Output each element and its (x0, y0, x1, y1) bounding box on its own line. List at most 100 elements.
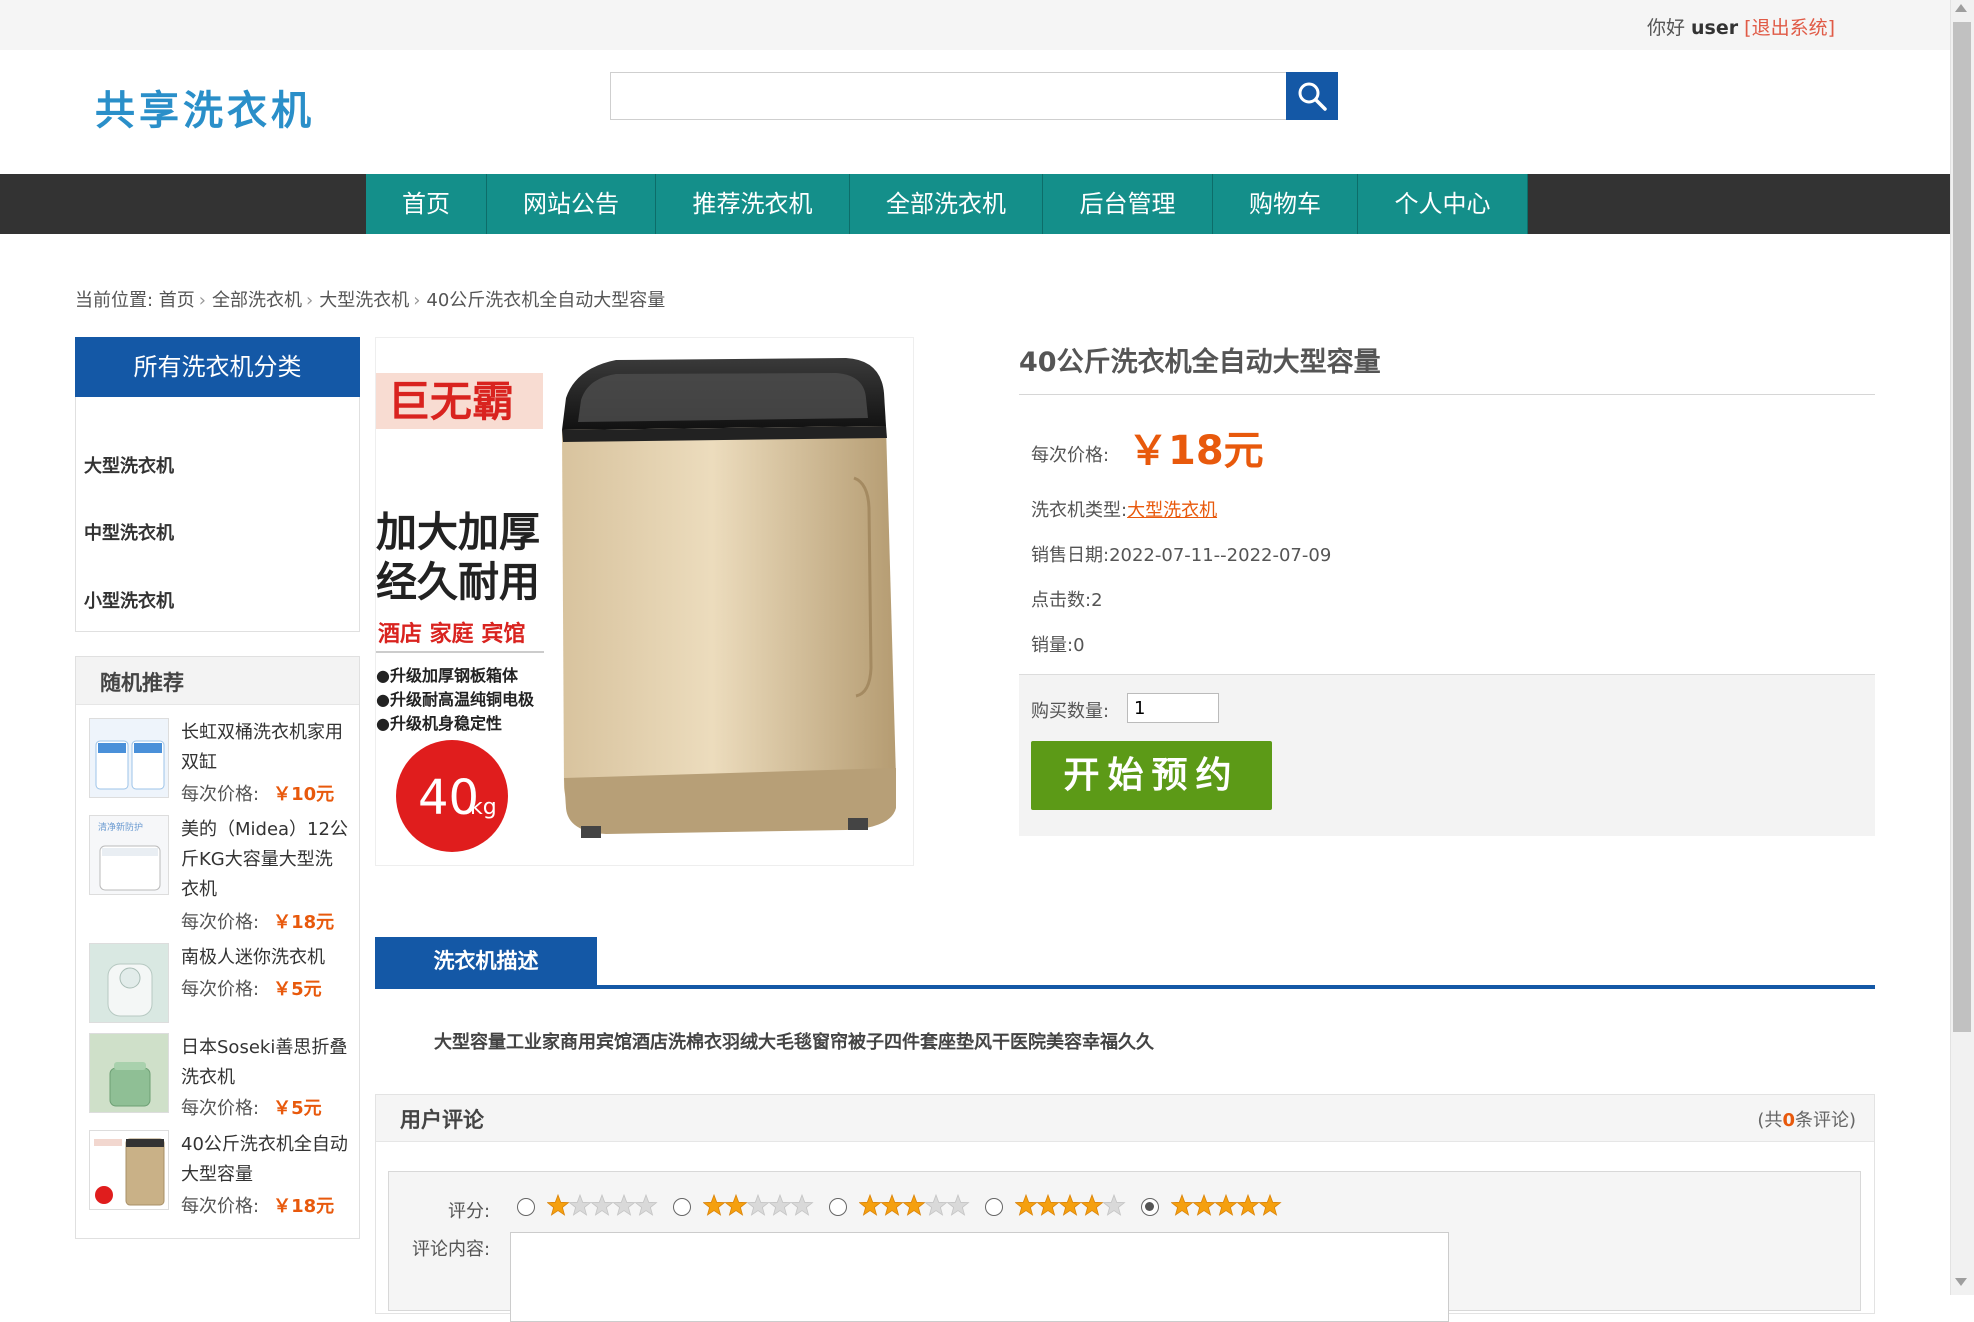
comment-count: (共0条评论) (1757, 1106, 1856, 1132)
rating-label: 评分: (448, 1201, 491, 1222)
breadcrumb-prefix: 当前位置: (75, 290, 159, 311)
date-label: 销售日期: (1031, 545, 1110, 566)
breadcrumb-category[interactable]: 大型洗衣机 (319, 290, 409, 311)
recommend-thumbnail[interactable] (89, 1033, 169, 1113)
tab-description[interactable]: 洗衣机描述 (375, 937, 597, 985)
clicks-value: 2 (1091, 590, 1103, 611)
price-label: 每次价格: (181, 912, 260, 933)
nav-recommended[interactable]: 推荐洗衣机 (656, 174, 850, 234)
category-panel-title: 所有洗衣机分类 (75, 337, 360, 397)
comment-textarea[interactable] (510, 1232, 1449, 1322)
price-label: 每次价格: (181, 784, 260, 805)
recommend-thumbnail[interactable] (89, 943, 169, 1023)
sales-label: 销量: (1031, 635, 1074, 656)
tab-underline (375, 985, 1875, 989)
search-icon (1298, 82, 1327, 111)
rating-1-stars-icon (547, 1194, 658, 1216)
star-filled-icon (1258, 1194, 1282, 1216)
comments-header (376, 1095, 1874, 1142)
price-label: 每次价格: (181, 1196, 260, 1217)
rating-radio-5[interactable] (1141, 1198, 1159, 1216)
quantity-input[interactable] (1127, 693, 1219, 723)
recommend-thumbnail[interactable] (89, 1130, 169, 1210)
nav-admin[interactable]: 后台管理 (1043, 174, 1213, 234)
product-title: 40公斤洗衣机全自动大型容量 (1019, 347, 1381, 378)
star-empty-icon (924, 1194, 948, 1216)
sales-row: 销量:0 (1031, 631, 1085, 657)
product-image: 巨无霸 加大加厚 经久耐用 酒店 家庭 宾馆 ●升级加厚钢板箱体 ●升级耐高温纯… (375, 337, 914, 866)
start-booking-button[interactable]: 开始预约 (1031, 741, 1272, 810)
comment-content-label: 评论内容: (412, 1239, 491, 1260)
price-label: 每次价格: (181, 979, 260, 1000)
scrollbar-thumb[interactable] (1953, 22, 1971, 1032)
recommend-item-price: 每次价格: ￥18元 (181, 908, 334, 934)
rating-radio-2[interactable] (673, 1198, 691, 1216)
star-filled-icon (1214, 1194, 1238, 1216)
rating-radio-3[interactable] (829, 1198, 847, 1216)
star-filled-icon (1236, 1194, 1260, 1216)
sales-value: 0 (1073, 635, 1085, 656)
site-logo[interactable]: 共享洗衣机 (95, 78, 315, 136)
star-filled-icon (859, 1194, 882, 1216)
recommend-item-name[interactable]: 40公斤洗衣机全自动大型容量 (181, 1130, 349, 1190)
star-empty-icon (590, 1194, 614, 1216)
star-empty-icon (946, 1194, 970, 1216)
search-button[interactable] (1286, 72, 1338, 120)
breadcrumb-all[interactable]: 全部洗衣机 (212, 290, 302, 311)
nav-announcements[interactable]: 网站公告 (487, 174, 656, 234)
logout-link[interactable]: [退出系统] (1744, 17, 1835, 39)
type-link[interactable]: 大型洗衣机 (1127, 500, 1217, 521)
rating-radio-1[interactable] (517, 1198, 535, 1216)
star-empty-icon (612, 1194, 636, 1216)
star-filled-icon (1015, 1194, 1038, 1216)
breadcrumb: 当前位置: 首页 › 全部洗衣机 › 大型洗衣机 › 40公斤洗衣机全自动大型容量 (75, 286, 665, 312)
search-input[interactable] (610, 72, 1287, 120)
breadcrumb-current: 40公斤洗衣机全自动大型容量 (426, 290, 666, 311)
rating-3-stars-icon (859, 1194, 970, 1216)
recommend-item-name[interactable]: 南极人迷你洗衣机 (181, 943, 349, 973)
recommend-item-price: 每次价格: ￥5元 (181, 975, 322, 1001)
comment-count-suffix: 条评论) (1794, 1110, 1856, 1131)
chevron-right-icon: › (198, 290, 206, 311)
recommend-item-name[interactable]: 长虹双桶洗衣机家用双缸 (181, 718, 349, 778)
star-empty-icon (790, 1194, 814, 1216)
image-tags: 酒店 家庭 宾馆 (378, 621, 525, 647)
star-filled-icon (1058, 1194, 1082, 1216)
category-medium[interactable]: 中型洗衣机 (84, 519, 174, 545)
rating-radio-4[interactable] (985, 1198, 1003, 1216)
price-value: ￥18元 (273, 912, 335, 933)
star-filled-icon (1171, 1194, 1194, 1216)
title-divider (1019, 394, 1875, 395)
category-large[interactable]: 大型洗衣机 (84, 452, 174, 478)
star-empty-icon (568, 1194, 592, 1216)
star-filled-icon (902, 1194, 926, 1216)
recommend-item-price: 每次价格: ￥18元 (181, 1192, 334, 1218)
rating-5-stars-icon (1171, 1194, 1282, 1216)
image-badge-text: 巨无霸 (388, 377, 514, 426)
image-bullet-3: ●升级机身稳定性 (376, 714, 502, 733)
nav-home[interactable]: 首页 (366, 174, 487, 234)
type-row: 洗衣机类型:大型洗衣机 (1031, 496, 1217, 522)
top-bar: 你好 user [退出系统] (0, 0, 1950, 50)
scroll-up-arrow-icon[interactable] (1955, 4, 1967, 12)
nav-profile[interactable]: 个人中心 (1358, 174, 1528, 234)
price-value: ￥18元 (273, 1196, 335, 1217)
nav-all-machines[interactable]: 全部洗衣机 (850, 174, 1043, 234)
recommend-item-name[interactable]: 美的（Midea）12公斤KG大容量大型洗衣机 (181, 815, 349, 905)
recommend-thumbnail[interactable]: 清净新防护 (89, 815, 169, 895)
type-label: 洗衣机类型: (1031, 500, 1128, 521)
nav-cart[interactable]: 购物车 (1213, 174, 1358, 234)
qty-label: 购买数量: (1031, 701, 1110, 722)
category-small[interactable]: 小型洗衣机 (84, 587, 174, 613)
star-filled-icon (1192, 1194, 1216, 1216)
recommend-item-name[interactable]: 日本Soseki善思折叠洗衣机 (181, 1033, 349, 1093)
star-filled-icon (547, 1194, 570, 1216)
recommend-item-price: 每次价格: ￥5元 (181, 1094, 322, 1120)
scroll-down-arrow-icon[interactable] (1955, 1278, 1967, 1286)
comment-count-value: 0 (1782, 1110, 1795, 1131)
recommend-item-price: 每次价格: ￥10元 (181, 780, 334, 806)
breadcrumb-home[interactable]: 首页 (159, 290, 195, 311)
product-price: ￥18元 (1128, 428, 1264, 474)
star-filled-icon (724, 1194, 748, 1216)
recommend-thumbnail[interactable] (89, 718, 169, 798)
